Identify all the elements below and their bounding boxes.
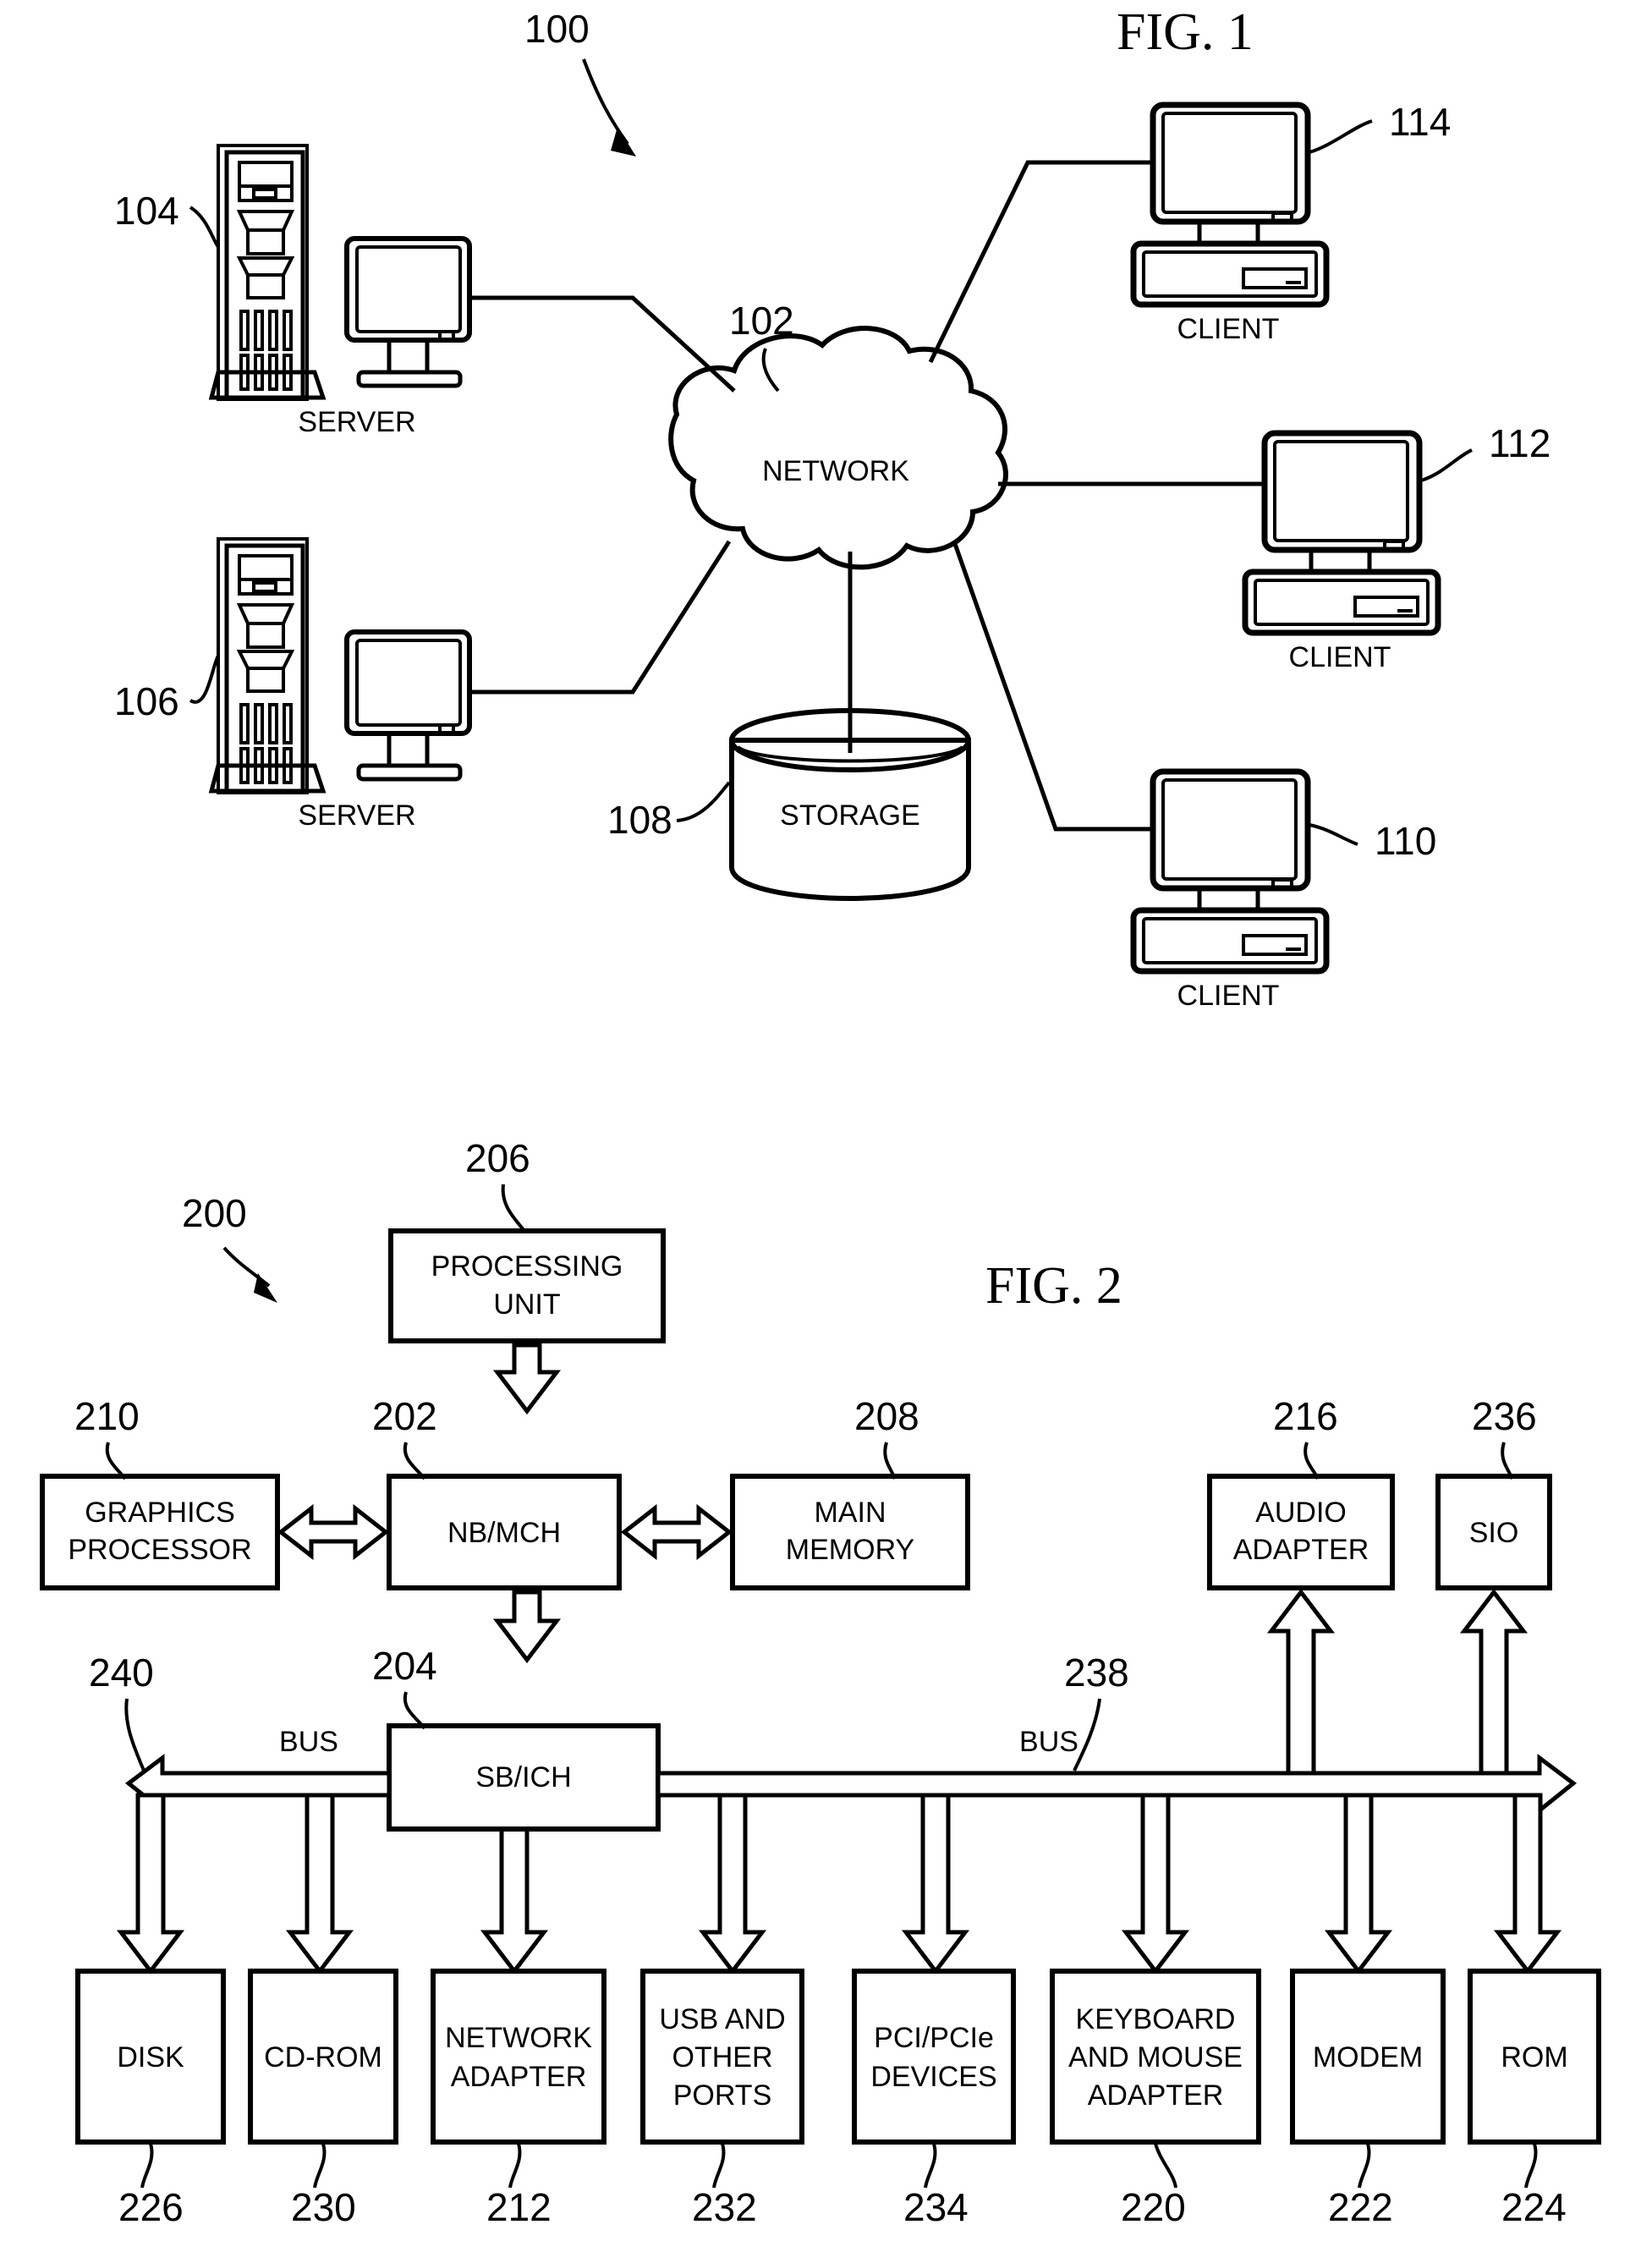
ref-104: 104 [114,189,179,233]
bus-left-label: BUS [279,1726,338,1758]
ref-108: 108 [607,798,672,842]
kbd-label-line-1: KEYBOARD [1076,2003,1236,2035]
main-memory-label-line-1: MAIN [815,1497,886,1529]
ref-200: 200 [182,1191,247,1235]
ref-100: 100 [524,7,590,51]
usb-label-line-2: OTHER [672,2041,773,2074]
arrow-nbmch-sbich [492,1590,562,1664]
network-links [470,160,1265,832]
figure-2-title: FIG. 2 [985,1257,1122,1315]
client-112-label: CLIENT [1289,641,1391,673]
audio-adapter-label-line-1: AUDIO [1255,1497,1347,1529]
ref-222: 222 [1328,2185,1393,2229]
block-usb-other-ports: USB AND OTHER PORTS [640,1969,804,2145]
block-nb-mch: NB/MCH [387,1474,622,1590]
arrow-pu-nbmch [492,1343,562,1415]
ref-114: 114 [1389,100,1451,144]
ref-204: 204 [372,1644,437,1688]
ref-226: 226 [118,2185,184,2229]
network-adapter-label-line-1: NETWORK [445,2022,592,2054]
ref-236: 236 [1472,1394,1537,1438]
ref-208: 208 [854,1394,919,1438]
ref-234: 234 [903,2185,969,2229]
ref-220: 220 [1121,2185,1186,2229]
block-audio-adapter: AUDIO ADAPTER [1207,1474,1395,1590]
server-104-label: SERVER [298,406,415,438]
ref-106: 106 [114,679,179,723]
main-memory-label-line-2: MEMORY [786,1534,914,1566]
block-modem: MODEM [1290,1969,1446,2145]
arrow-nbmch-memory [620,1503,733,1561]
block-pci-pcie-devices: PCI/PCIe DEVICES [852,1969,1016,2145]
block-main-memory: MAIN MEMORY [730,1474,970,1590]
bus-right-label: BUS [1019,1726,1078,1758]
client-114-label: CLIENT [1177,313,1280,345]
disk-label: DISK [117,2041,184,2074]
block-cd-rom: CD-ROM [248,1969,398,2145]
audio-adapter-label-line-2: ADAPTER [1233,1534,1369,1566]
graphics-processor-label-line-1: GRAPHICS [85,1497,235,1529]
ref-224: 224 [1501,2185,1567,2229]
server-104: SERVER [208,144,472,438]
modem-label: MODEM [1313,2041,1423,2074]
nb-mch-label: NB/MCH [447,1517,561,1549]
ref-210: 210 [74,1394,140,1438]
block-rom: ROM [1468,1969,1601,2145]
ref-240: 240 [89,1651,154,1695]
ref-216: 216 [1273,1394,1338,1438]
sb-ich-label: SB/ICH [475,1761,571,1793]
graphics-processor-label-line-2: PROCESSOR [68,1534,251,1566]
network-adapter-label-line-2: ADAPTER [451,2061,587,2093]
usb-label-line-1: USB AND [659,2003,785,2035]
ref-102: 102 [729,299,794,343]
network-cloud: NETWORK [668,326,1008,570]
cd-rom-label: CD-ROM [264,2041,382,2074]
ref-238: 238 [1064,1651,1129,1695]
ref-232: 232 [692,2185,757,2229]
rom-label: ROM [1501,2041,1567,2074]
ref-202: 202 [372,1394,437,1438]
pci-label-line-1: PCI/PCIe [874,2022,994,2054]
ref-230: 230 [291,2185,356,2229]
block-disk: DISK [75,1969,226,2145]
server-106: SERVER [208,537,472,832]
block-processing-unit: PROCESSING UNIT [388,1228,666,1343]
patent-drawing-sheet: FIG. 1 100 NETWORK 102 SERVER 104 SERVER… [0,0,1652,2263]
figure-1: FIG. 1 100 NETWORK 102 SERVER 104 SERVER… [114,3,1550,1012]
usb-label-line-3: PORTS [673,2079,772,2112]
ref-112: 112 [1489,421,1550,465]
storage-label: STORAGE [780,799,920,832]
ref-206: 206 [465,1136,530,1180]
server-106-label: SERVER [298,799,415,832]
client-112: CLIENT [1242,430,1441,673]
client-110: CLIENT [1130,768,1330,1012]
block-sb-ich: SB/ICH [387,1723,661,1832]
block-sio: SIO [1435,1474,1552,1590]
client-114: CLIENT [1130,102,1330,345]
network-label: NETWORK [762,455,909,487]
bus-riser-audio [1266,1588,1336,1776]
figure-2: FIG. 2 200 PROCESSING UNIT 206 GRAPHICS … [40,1136,1601,2229]
ref-212: 212 [486,2185,552,2229]
processing-unit-label-line-2: UNIT [493,1288,560,1321]
figure-1-title: FIG. 1 [1117,3,1254,61]
sio-label: SIO [1469,1517,1519,1549]
processing-unit-label-line-1: PROCESSING [431,1250,623,1283]
pci-label-line-2: DEVICES [870,2061,996,2093]
kbd-label-line-3: ADAPTER [1088,2079,1224,2112]
arrow-gp-nbmch [277,1503,390,1561]
block-graphics-processor: GRAPHICS PROCESSOR [40,1474,280,1590]
kbd-label-line-2: AND MOUSE [1068,2041,1243,2074]
block-keyboard-mouse-adapter: KEYBOARD AND MOUSE ADAPTER [1050,1969,1261,2145]
block-network-adapter: NETWORK ADAPTER [431,1969,606,2145]
bus-drops [116,1793,1562,1975]
client-110-label: CLIENT [1177,980,1280,1012]
bus-riser-sio [1459,1588,1529,1776]
ref-110: 110 [1375,819,1436,863]
